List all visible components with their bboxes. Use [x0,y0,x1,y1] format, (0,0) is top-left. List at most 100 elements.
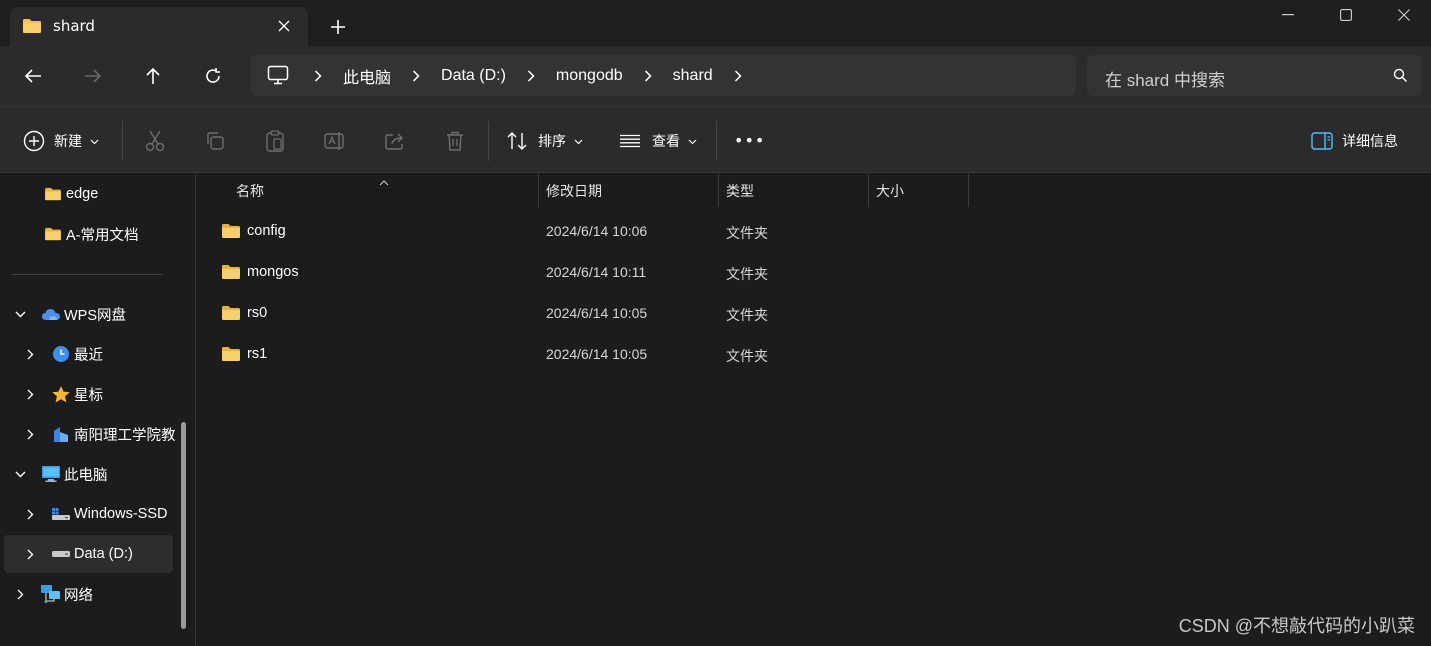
details-pane-button[interactable]: 详细信息 [1310,107,1398,174]
sidebar-item-label: Windows-SSD [74,506,168,522]
chevron-right-icon[interactable] [303,69,333,82]
folder-icon [221,223,241,243]
monitor-icon [38,465,64,483]
more-options-icon: ••• [734,131,766,150]
copy-button[interactable] [199,107,231,174]
sidebar-item-label: 最近 [74,347,103,364]
chevron-right-icon[interactable] [633,69,663,82]
chevron-right-icon[interactable] [723,69,753,82]
sidebar-item-edge[interactable]: edge [40,175,180,213]
file-name: rs1 [247,346,268,362]
sidebar-item-a-docs[interactable]: A-常用文档 [40,215,180,253]
forward-button[interactable] [77,60,109,92]
delete-button[interactable] [439,107,471,174]
chevron-down-icon [688,133,697,149]
cut-button[interactable] [139,107,171,174]
search-input[interactable]: 在 shard 中搜索 [1087,55,1422,96]
table-row[interactable]: config 2024/6/14 10:06 文件夹 [213,213,973,251]
folder-icon [22,18,42,38]
chevron-right-icon[interactable] [20,549,40,560]
refresh-button[interactable] [197,60,229,92]
file-modified: 2024/6/14 10:11 [546,264,647,280]
column-divider[interactable] [538,174,539,207]
sidebar-item-label: 星标 [74,387,103,404]
divider [716,121,717,161]
search-icon[interactable] [1393,68,1408,87]
file-name: mongos [247,264,299,280]
column-divider[interactable] [718,174,719,207]
chevron-right-icon[interactable] [516,69,546,82]
back-button[interactable] [17,60,49,92]
chevron-right-icon[interactable] [10,589,30,600]
close-icon[interactable] [274,16,294,36]
view-button[interactable]: 查看 [616,107,697,174]
new-tab-button[interactable] [326,15,350,39]
drive-icon [48,507,74,521]
navigation-pane: edge A-常用文档 WPS网盘 最近 星标 南阳理工学院教 此电脑 Wind… [0,174,196,646]
column-divider[interactable] [868,174,869,207]
sidebar-item-data-drive[interactable]: Data (D:) [4,535,173,573]
divider [488,121,489,161]
breadcrumb-mongodb[interactable]: mongodb [546,67,633,85]
column-divider[interactable] [968,174,969,207]
details-pane-icon [1310,125,1334,157]
chevron-right-icon[interactable] [401,69,431,82]
table-row[interactable]: rs1 2024/6/14 10:05 文件夹 [213,336,973,374]
column-header-modified[interactable]: 修改日期 [546,174,602,207]
chevron-down-icon[interactable] [10,311,30,318]
maximize-button[interactable] [1317,0,1375,30]
sidebar-item-starred[interactable]: 星标 [20,375,180,413]
sidebar-item-label: A-常用文档 [66,227,139,244]
divider [12,274,163,275]
column-header-size[interactable]: 大小 [876,174,904,207]
sidebar-item-label: edge [66,186,99,202]
table-row[interactable]: rs0 2024/6/14 10:05 文件夹 [213,295,973,333]
chevron-right-icon[interactable] [20,389,40,400]
sidebar-item-recent[interactable]: 最近 [20,335,180,373]
breadcrumb-shard[interactable]: shard [663,67,723,85]
sidebar-item-this-pc[interactable]: 此电脑 [10,455,180,493]
sidebar-scrollbar[interactable] [181,422,186,629]
sidebar-item-school[interactable]: 南阳理工学院教 [20,415,178,453]
chevron-right-icon[interactable] [20,349,40,360]
file-type: 文件夹 [726,307,768,323]
folder-icon [40,227,66,241]
sort-ascending-icon [379,174,389,190]
minimize-button[interactable] [1259,0,1317,30]
column-header-name[interactable]: 名称 [236,174,264,207]
star-icon [48,385,74,404]
file-type: 文件夹 [726,266,768,282]
paste-button[interactable] [259,107,291,174]
share-button[interactable] [379,107,411,174]
chevron-down-icon [574,133,583,149]
folder-icon [221,346,241,366]
file-type: 文件夹 [726,348,768,364]
sidebar-item-label: 网络 [64,587,93,604]
new-button[interactable]: 新建 [22,107,99,174]
sidebar-item-wps-drive[interactable]: WPS网盘 [10,295,180,333]
more-options-button[interactable]: ••• [734,107,765,174]
close-window-button[interactable] [1375,0,1431,30]
sidebar-item-label: WPS网盘 [64,307,127,324]
file-modified: 2024/6/14 10:06 [546,223,648,239]
network-icon [38,584,64,604]
chevron-right-icon[interactable] [20,509,40,520]
breadcrumb-data-drive[interactable]: Data (D:) [431,67,516,85]
breadcrumb: 此电脑 Data (D:) mongodb shard [303,55,753,96]
sidebar-item-windows-ssd[interactable]: Windows-SSD [20,495,174,533]
rename-button[interactable] [319,107,351,174]
file-type: 文件夹 [726,225,768,241]
chevron-down-icon[interactable] [10,471,30,478]
sidebar-item-network[interactable]: 网络 [10,575,180,613]
chevron-right-icon[interactable] [20,429,40,440]
sort-arrows-icon [504,125,530,157]
breadcrumb-this-pc[interactable]: 此电脑 [333,64,401,88]
address-bar[interactable]: 此电脑 Data (D:) mongodb shard [251,55,1076,96]
sort-button[interactable]: 排序 [504,107,583,174]
file-name: rs0 [247,305,268,321]
column-header-type[interactable]: 类型 [726,174,754,207]
tab-shard[interactable]: shard [10,7,308,46]
up-button[interactable] [137,60,169,92]
monitor-icon[interactable] [267,65,289,89]
table-row[interactable]: mongos 2024/6/14 10:11 文件夹 [213,254,973,292]
